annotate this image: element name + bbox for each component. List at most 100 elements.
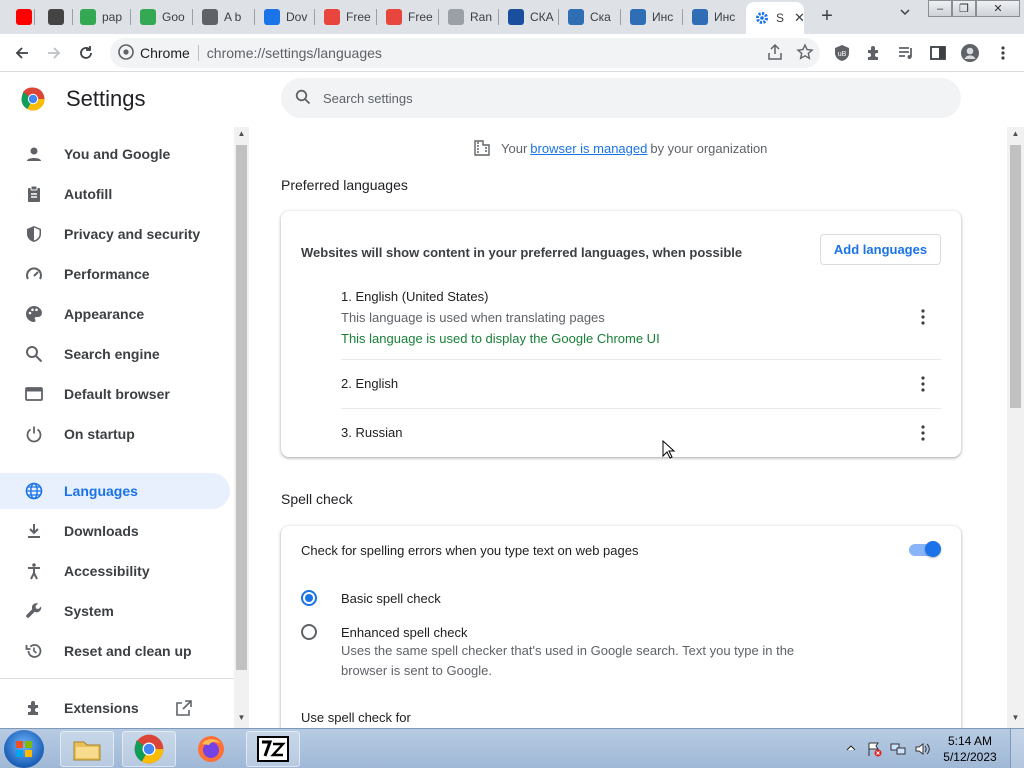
main-scroll-thumb[interactable] <box>1010 145 1021 408</box>
sidebar-item-downloads[interactable]: Downloads <box>0 513 230 549</box>
spell-check-card: Check for spelling errors when you type … <box>281 526 961 728</box>
settings-sidebar: You and Google Autofill Privacy and securi… <box>0 127 234 728</box>
sidebar-item-you-and-google[interactable]: You and Google <box>0 136 230 172</box>
sidebar-item-on-startup[interactable]: On startup <box>0 416 230 452</box>
drive-icon <box>80 9 96 25</box>
enhanced-spell-check-radio[interactable] <box>301 624 317 640</box>
scroll-down-arrow[interactable]: ▼ <box>234 713 249 722</box>
sidebar-item-reset-and-clean-up[interactable]: Reset and clean up <box>0 633 230 669</box>
tray-show-hidden-icon[interactable] <box>846 741 856 756</box>
add-languages-button[interactable]: Add languages <box>820 234 941 265</box>
profile-avatar-icon[interactable] <box>960 43 980 63</box>
browser-tab[interactable]: ( <box>8 4 32 30</box>
browser-tab[interactable]: Free <box>378 4 436 30</box>
forward-button[interactable] <box>42 41 66 65</box>
firefox-taskbar-button[interactable] <box>184 731 238 767</box>
media-control-icon[interactable] <box>896 43 916 63</box>
close-tab-icon[interactable]: ✕ <box>794 10 804 26</box>
start-button[interactable] <box>4 730 44 768</box>
url-text[interactable]: chrome://settings/languages <box>207 45 382 61</box>
search-settings-box[interactable] <box>281 78 961 118</box>
browser-tab[interactable]: Dov <box>256 4 312 30</box>
sidebar-item-appearance[interactable]: Appearance <box>0 296 230 332</box>
back-button[interactable] <box>10 41 34 65</box>
address-bar[interactable]: Chrome chrome://settings/languages <box>110 38 820 68</box>
main-scrollbar[interactable]: ▲ ▼ <box>1007 127 1024 728</box>
enhanced-spell-check-label[interactable]: Enhanced spell check <box>341 625 467 640</box>
restore-icon <box>24 641 44 661</box>
sidebar-scrollbar[interactable]: ▲ ▼ <box>234 127 249 728</box>
sidebar-item-autofill[interactable]: Autofill <box>0 176 230 212</box>
browser-tab[interactable]: Ска <box>560 4 618 30</box>
browser-tab[interactable]: Инс <box>622 4 680 30</box>
browser-tab[interactable]: pap <box>72 4 128 30</box>
browser-tab[interactable]: СКА <box>500 4 556 30</box>
network-icon[interactable] <box>890 741 906 760</box>
explorer-taskbar-button[interactable] <box>60 731 114 767</box>
search-input[interactable] <box>323 90 923 106</box>
share-icon[interactable] <box>766 43 784 64</box>
basic-spell-check-label[interactable]: Basic spell check <box>341 591 441 606</box>
basic-spell-check-radio[interactable] <box>301 590 317 606</box>
new-tab-button[interactable]: + <box>816 6 838 28</box>
spell-check-toggle[interactable] <box>909 541 941 557</box>
browser-tab[interactable]: S ✕ <box>746 2 804 34</box>
search-icon <box>295 89 311 108</box>
download-icon <box>24 521 44 541</box>
sidebar-item-privacy-and-security[interactable]: Privacy and security <box>0 216 230 252</box>
extensions-puzzle-icon[interactable] <box>864 43 884 63</box>
reload-button[interactable] <box>74 41 98 65</box>
browser-tab[interactable] <box>40 4 70 30</box>
browser-tab[interactable]: Free <box>316 4 374 30</box>
tab-title: Free <box>408 10 433 24</box>
sidebar-item-languages[interactable]: Languages <box>0 473 230 509</box>
svg-text:uB: uB <box>838 51 847 58</box>
chrome-logo-icon <box>21 87 45 111</box>
sidebar-item-performance[interactable]: Performance <box>0 256 230 292</box>
toggle-knob <box>925 541 941 557</box>
wrench-icon <box>24 601 44 621</box>
accessibility-icon <box>24 561 44 581</box>
search-icon <box>24 344 44 364</box>
puzzle-icon <box>24 698 44 718</box>
7zip-taskbar-button[interactable] <box>246 731 300 767</box>
chrome-taskbar-button[interactable] <box>122 731 176 767</box>
scroll-down-arrow[interactable]: ▼ <box>1008 713 1023 722</box>
spell-check-title: Spell check <box>281 491 353 507</box>
taskbar-clock[interactable]: 5:14 AM 5/12/2023 <box>940 733 1000 765</box>
sidebar-item-system[interactable]: System <box>0 593 230 629</box>
browser-tab[interactable]: Инс <box>684 4 742 30</box>
tab-title: Dov <box>286 10 308 24</box>
clipboard-icon <box>24 184 44 204</box>
sidebar-item-extensions[interactable]: Extensions <box>0 690 230 726</box>
action-center-flag-icon[interactable] <box>866 741 882 760</box>
language-more-icon[interactable] <box>913 307 933 327</box>
bookmark-star-icon[interactable] <box>796 43 814 64</box>
globe-icon <box>24 481 44 501</box>
language-more-icon[interactable] <box>913 423 933 443</box>
sidebar-item-label: Default browser <box>64 386 170 402</box>
side-panel-icon[interactable] <box>928 43 948 63</box>
language-name: 3. Russian <box>341 425 403 440</box>
show-desktop-button[interactable] <box>1010 729 1024 768</box>
browser-tab[interactable]: Ran <box>440 4 496 30</box>
sidebar-item-search-engine[interactable]: Search engine <box>0 336 230 372</box>
managed-link[interactable]: browser is managed <box>530 141 647 156</box>
sidebar-scroll-thumb[interactable] <box>236 145 247 670</box>
site-name: Chrome <box>140 45 190 61</box>
close-window-button[interactable]: ✕ <box>976 0 1020 17</box>
browser-tab[interactable]: Goo <box>132 4 190 30</box>
ublock-extension-icon[interactable]: uB <box>832 43 852 63</box>
sidebar-item-accessibility[interactable]: Accessibility <box>0 553 230 589</box>
tab-search-chevron-icon[interactable] <box>894 6 916 28</box>
scroll-up-arrow[interactable]: ▲ <box>1008 129 1023 138</box>
volume-icon[interactable] <box>914 741 932 760</box>
browser-tab[interactable]: A b <box>194 4 252 30</box>
minimize-button[interactable]: – <box>928 0 952 17</box>
more-menu-icon[interactable] <box>993 43 1013 63</box>
sidebar-item-default-browser[interactable]: Default browser <box>0 376 230 412</box>
scroll-up-arrow[interactable]: ▲ <box>234 129 249 138</box>
restore-button[interactable]: ❐ <box>952 0 976 17</box>
language-more-icon[interactable] <box>913 374 933 394</box>
palette-icon <box>24 304 44 324</box>
